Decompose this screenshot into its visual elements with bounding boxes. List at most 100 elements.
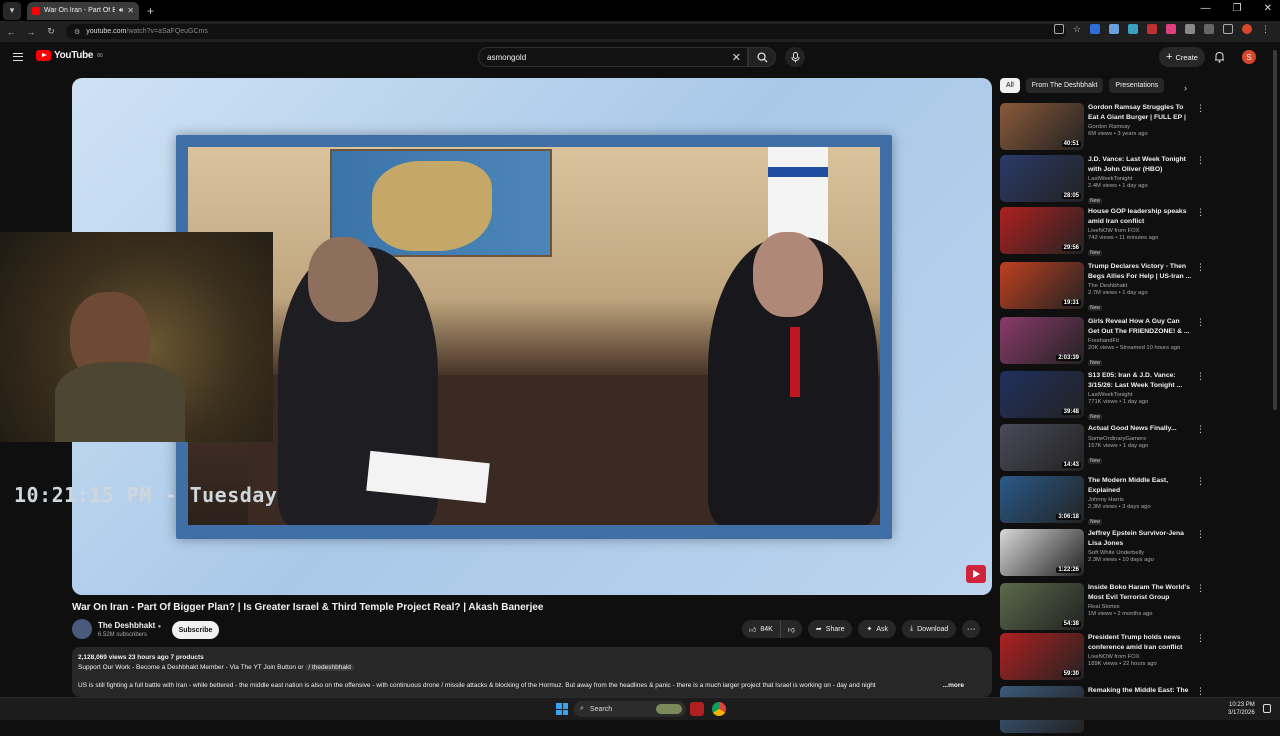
video-thumbnail[interactable]: 40:51 xyxy=(1000,103,1084,150)
related-video-item[interactable]: 59:30 President Trump holds news conferen… xyxy=(1000,633,1205,683)
video-channel[interactable]: LastWeekTonight xyxy=(1088,392,1192,398)
extension-icon[interactable] xyxy=(1090,24,1100,34)
video-title-link[interactable]: S13 E05: Iran & J.D. Vance: 3/15/26: Las… xyxy=(1088,371,1192,390)
related-video-item[interactable]: 29:56 House GOP leadership speaks amid Ir… xyxy=(1000,207,1205,257)
extension-icon[interactable] xyxy=(1128,24,1138,34)
item-menu-icon[interactable]: ⋮ xyxy=(1196,633,1205,644)
related-video-item[interactable]: 40:51 Gordon Ramsay Struggles To Eat A Gi… xyxy=(1000,103,1205,153)
forward-icon[interactable]: → xyxy=(22,27,40,37)
site-info-icon[interactable]: ⚙ xyxy=(74,28,80,36)
hamburger-menu-icon[interactable] xyxy=(13,53,23,61)
chevron-right-icon[interactable]: › xyxy=(1184,83,1187,93)
video-channel[interactable]: FreshandFit xyxy=(1088,338,1192,344)
video-channel[interactable]: LiveNOW from FOX xyxy=(1088,654,1192,660)
channel-watermark-icon[interactable] xyxy=(966,565,986,583)
account-avatar[interactable]: S xyxy=(1242,50,1256,64)
taskbar-search[interactable]: ⌕ Search xyxy=(574,701,686,717)
windows-start-icon[interactable] xyxy=(556,703,568,715)
video-title-link[interactable]: Trump Declares Victory - Then Begs Allie… xyxy=(1088,262,1192,281)
notification-icon[interactable] xyxy=(1263,704,1271,713)
chip-presentations[interactable]: Presentations xyxy=(1109,78,1165,93)
video-thumbnail[interactable]: 39:48 xyxy=(1000,371,1084,418)
search-button[interactable] xyxy=(748,47,776,67)
video-thumbnail[interactable]: 28:05 xyxy=(1000,155,1084,202)
video-thumbnail[interactable]: 19:31 xyxy=(1000,262,1084,309)
instagram-link[interactable]: / thedeshbhakt xyxy=(305,664,355,671)
share-button[interactable]: ➦ Share xyxy=(807,620,853,638)
maximize-icon[interactable]: ❐ xyxy=(1233,3,1242,14)
like-button[interactable]: 👍︎ 84K xyxy=(742,620,781,638)
item-menu-icon[interactable]: ⋮ xyxy=(1196,476,1205,487)
close-tab-icon[interactable]: ✕ xyxy=(127,6,134,15)
extension-icon[interactable] xyxy=(1109,24,1119,34)
close-window-icon[interactable]: ✕ xyxy=(1264,3,1272,14)
voice-search-button[interactable] xyxy=(785,47,805,67)
page-scrollbar[interactable] xyxy=(1273,50,1277,410)
video-channel[interactable]: Gordon Ramsay xyxy=(1088,124,1192,130)
youtube-logo[interactable]: YouTube 80 xyxy=(36,50,103,61)
video-title-link[interactable]: President Trump holds news conference am… xyxy=(1088,633,1192,652)
url-field[interactable]: ⚙ youtube.com/watch?v=aSaFQeuGCms xyxy=(66,24,1066,39)
extension-icon[interactable] xyxy=(1185,24,1195,34)
system-clock[interactable]: 10:23 PM 3/17/2026 xyxy=(1228,701,1255,717)
video-channel[interactable]: Soft White Underbelly xyxy=(1088,550,1192,556)
video-title-link[interactable]: Remaking the Middle East: The xyxy=(1088,686,1192,696)
related-video-item[interactable]: 14:43 Actual Good News Finally... SomeOrdi… xyxy=(1000,424,1205,474)
bookmark-star-icon[interactable]: ☆ xyxy=(1073,24,1081,34)
browser-tab-active[interactable]: War On Iran - Part Of Bigger 🔊︎ ✕ xyxy=(27,1,139,20)
dislike-button[interactable]: 👎︎ xyxy=(781,625,802,634)
news-app-icon[interactable] xyxy=(690,702,704,716)
related-video-item[interactable]: 2:03:39 Girls Reveal How A Guy Can Get Ou… xyxy=(1000,317,1205,367)
video-title-link[interactable]: J.D. Vance: Last Week Tonight with John … xyxy=(1088,155,1192,174)
related-video-item[interactable]: 3:06:18 The Modern Middle East, Explained… xyxy=(1000,476,1205,526)
video-title-link[interactable]: The Modern Middle East, Explained xyxy=(1088,476,1192,495)
video-channel[interactable]: LastWeekTonight xyxy=(1088,176,1192,182)
new-tab-button[interactable]: + xyxy=(147,4,154,18)
related-video-item[interactable]: 39:48 S13 E05: Iran & J.D. Vance: 3/15/26… xyxy=(1000,371,1205,421)
video-title-link[interactable]: House GOP leadership speaks amid Iran co… xyxy=(1088,207,1192,226)
video-thumbnail[interactable]: 2:03:39 xyxy=(1000,317,1084,364)
notifications-bell-icon[interactable] xyxy=(1214,51,1225,63)
video-title-link[interactable]: Inside Boko Haram The World's Most Evil … xyxy=(1088,583,1192,602)
ask-button[interactable]: ✦ Ask xyxy=(858,620,897,638)
video-thumbnail[interactable]: 3:06:18 xyxy=(1000,476,1084,523)
reload-icon[interactable]: ↻ xyxy=(42,26,60,37)
download-button[interactable]: ⤓ Download xyxy=(902,620,957,638)
video-channel[interactable]: SomeOrdinaryGamers xyxy=(1088,436,1192,442)
related-video-item[interactable]: 19:31 Trump Declares Victory - Then Begs … xyxy=(1000,262,1205,312)
chip-all[interactable]: All xyxy=(1000,78,1020,93)
item-menu-icon[interactable]: ⋮ xyxy=(1196,155,1205,166)
item-menu-icon[interactable]: ⋮ xyxy=(1196,371,1205,382)
extension-icon[interactable] xyxy=(1166,24,1176,34)
item-menu-icon[interactable]: ⋮ xyxy=(1196,317,1205,328)
video-title-link[interactable]: Girls Reveal How A Guy Can Get Out The F… xyxy=(1088,317,1192,336)
video-channel[interactable]: The Deshbhakt xyxy=(1088,283,1192,289)
show-more-button[interactable]: ...more xyxy=(943,681,964,691)
description-box[interactable]: 2,128,069 views 23 hours ago 7 products … xyxy=(72,647,992,697)
video-title-link[interactable]: Gordon Ramsay Struggles To Eat A Giant B… xyxy=(1088,103,1192,122)
tab-list-button[interactable]: ▾ xyxy=(3,1,21,20)
back-icon[interactable]: ← xyxy=(2,27,20,37)
item-menu-icon[interactable]: ⋮ xyxy=(1196,583,1205,594)
extensions-puzzle-icon[interactable] xyxy=(1204,24,1214,34)
video-thumbnail[interactable]: 29:56 xyxy=(1000,207,1084,254)
video-title-link[interactable]: Jeffrey Epstein Survivor-Jena Lisa Jones xyxy=(1088,529,1192,548)
reading-list-icon[interactable] xyxy=(1223,24,1233,34)
video-thumbnail[interactable]: 59:30 xyxy=(1000,633,1084,680)
cast-icon[interactable] xyxy=(1053,24,1064,34)
item-menu-icon[interactable]: ⋮ xyxy=(1196,207,1205,218)
browser-menu-icon[interactable]: ⋮ xyxy=(1261,24,1270,34)
chrome-icon[interactable] xyxy=(712,702,726,716)
minimize-icon[interactable]: — xyxy=(1201,3,1211,14)
search-input[interactable]: asmongold ✕ xyxy=(478,47,748,67)
video-thumbnail[interactable]: 14:43 xyxy=(1000,424,1084,471)
related-video-item[interactable]: 1:22:26 Jeffrey Epstein Survivor-Jena Lis… xyxy=(1000,529,1205,579)
item-menu-icon[interactable]: ⋮ xyxy=(1196,686,1205,697)
channel-avatar[interactable] xyxy=(72,619,92,639)
item-menu-icon[interactable]: ⋮ xyxy=(1196,103,1205,114)
video-channel[interactable]: Real Stories xyxy=(1088,604,1192,610)
video-channel[interactable]: LiveNOW from FOX xyxy=(1088,228,1192,234)
item-menu-icon[interactable]: ⋮ xyxy=(1196,529,1205,540)
item-menu-icon[interactable]: ⋮ xyxy=(1196,262,1205,273)
profile-avatar-icon[interactable] xyxy=(1242,24,1252,34)
